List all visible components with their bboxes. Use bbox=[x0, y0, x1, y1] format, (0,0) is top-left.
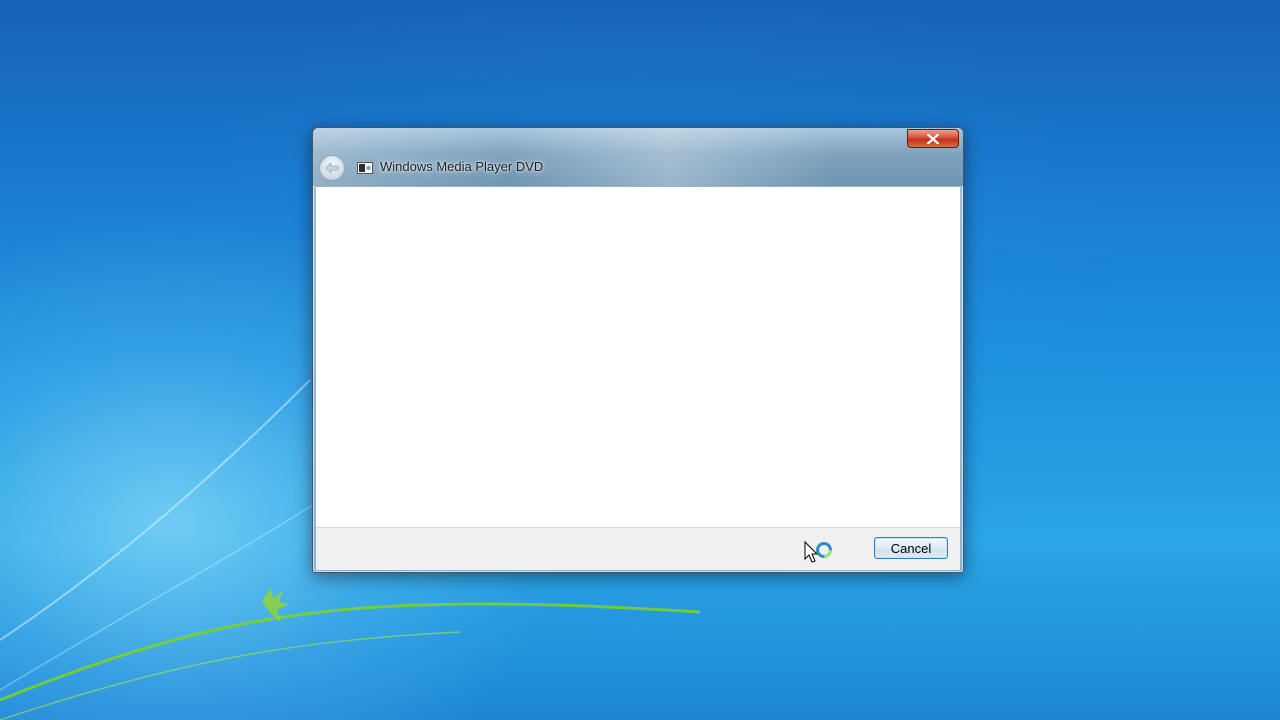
media-player-icon bbox=[357, 162, 373, 174]
title-bar: Windows Media Player DVD bbox=[313, 128, 963, 186]
back-button[interactable] bbox=[319, 155, 345, 181]
wmp-dvd-dialog: Windows Media Player DVD Cancel bbox=[312, 127, 964, 573]
desktop: Windows Media Player DVD Cancel bbox=[0, 0, 1280, 720]
window-title: Windows Media Player DVD bbox=[380, 159, 544, 174]
back-arrow-icon bbox=[325, 162, 339, 174]
content-area bbox=[316, 186, 960, 527]
button-bar: Cancel bbox=[316, 527, 960, 570]
cancel-button[interactable]: Cancel bbox=[874, 537, 948, 559]
close-button[interactable] bbox=[907, 129, 959, 148]
busy-cursor-icon bbox=[804, 541, 832, 563]
close-icon bbox=[927, 133, 939, 144]
